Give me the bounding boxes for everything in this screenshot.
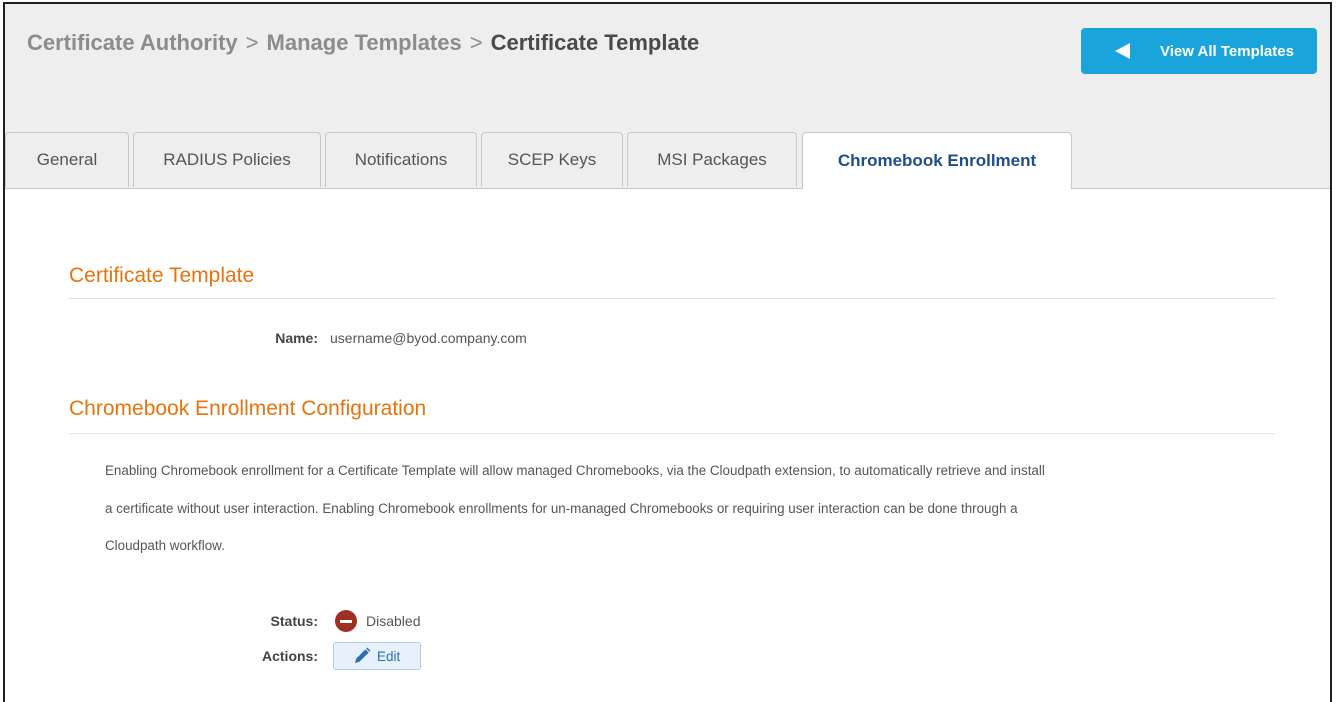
tab-label: Chromebook Enrollment xyxy=(837,151,1037,170)
tab-bar: General RADIUS Policies Notifications SC… xyxy=(5,132,1330,189)
section-divider xyxy=(69,433,1275,434)
chromebook-config-heading: Chromebook Enrollment Configuration xyxy=(69,397,427,420)
breadcrumb-separator: > xyxy=(245,30,259,55)
actions-label: Actions: xyxy=(262,648,318,664)
description-line: Cloudpath workflow. xyxy=(105,538,225,553)
tab-msi-packages[interactable]: MSI Packages xyxy=(627,132,797,187)
breadcrumb-separator: > xyxy=(469,30,483,55)
breadcrumb-current-page: Certificate Template xyxy=(490,30,700,55)
view-all-templates-label: View All Templates xyxy=(1160,42,1294,60)
name-label: Name: xyxy=(275,330,318,346)
view-all-templates-button[interactable]: View All Templates xyxy=(1081,28,1317,74)
tab-label: SCEP Keys xyxy=(507,150,597,169)
tab-label: Notifications xyxy=(354,150,448,169)
tab-notifications[interactable]: Notifications xyxy=(325,132,477,187)
breadcrumb-manage-templates[interactable]: Manage Templates xyxy=(267,30,462,55)
chromebook-description: Enabling Chromebook enrollment for a Cer… xyxy=(105,452,1295,565)
tab-chromebook-enrollment[interactable]: Chromebook Enrollment xyxy=(802,132,1072,189)
edit-label: Edit xyxy=(377,648,401,664)
tab-label: MSI Packages xyxy=(657,150,767,169)
tab-label: RADIUS Policies xyxy=(163,150,291,169)
certificate-template-heading: Certificate Template xyxy=(69,264,255,287)
breadcrumb: Certificate Authority > Manage Templates > C… xyxy=(27,30,699,56)
back-arrow-icon xyxy=(1115,43,1130,59)
tab-general[interactable]: General xyxy=(5,132,129,187)
edit-button[interactable]: Edit xyxy=(333,642,421,670)
tab-radius-policies[interactable]: RADIUS Policies xyxy=(133,132,321,187)
description-line: a certificate without user interaction. … xyxy=(105,500,1018,516)
status-value: Disabled xyxy=(366,613,421,629)
disabled-circle-icon xyxy=(335,610,357,632)
name-value: username@byod.company.com xyxy=(330,330,527,346)
description-line: Enabling Chromebook enrollment for a Cer… xyxy=(105,463,1045,478)
status-label: Status: xyxy=(270,613,318,629)
pencil-icon xyxy=(355,647,371,663)
tab-label: General xyxy=(36,150,98,169)
page-header: Certificate Authority > Manage Templates > C… xyxy=(5,4,1330,189)
tab-scep-keys[interactable]: SCEP Keys xyxy=(481,132,623,187)
page-frame: Certificate Authority > Manage Templates > C… xyxy=(3,2,1332,702)
breadcrumb-certificate-authority[interactable]: Certificate Authority xyxy=(27,30,238,55)
tab-content-panel: Certificate Template Name: username@byod… xyxy=(5,188,1330,702)
section-divider xyxy=(69,298,1275,299)
